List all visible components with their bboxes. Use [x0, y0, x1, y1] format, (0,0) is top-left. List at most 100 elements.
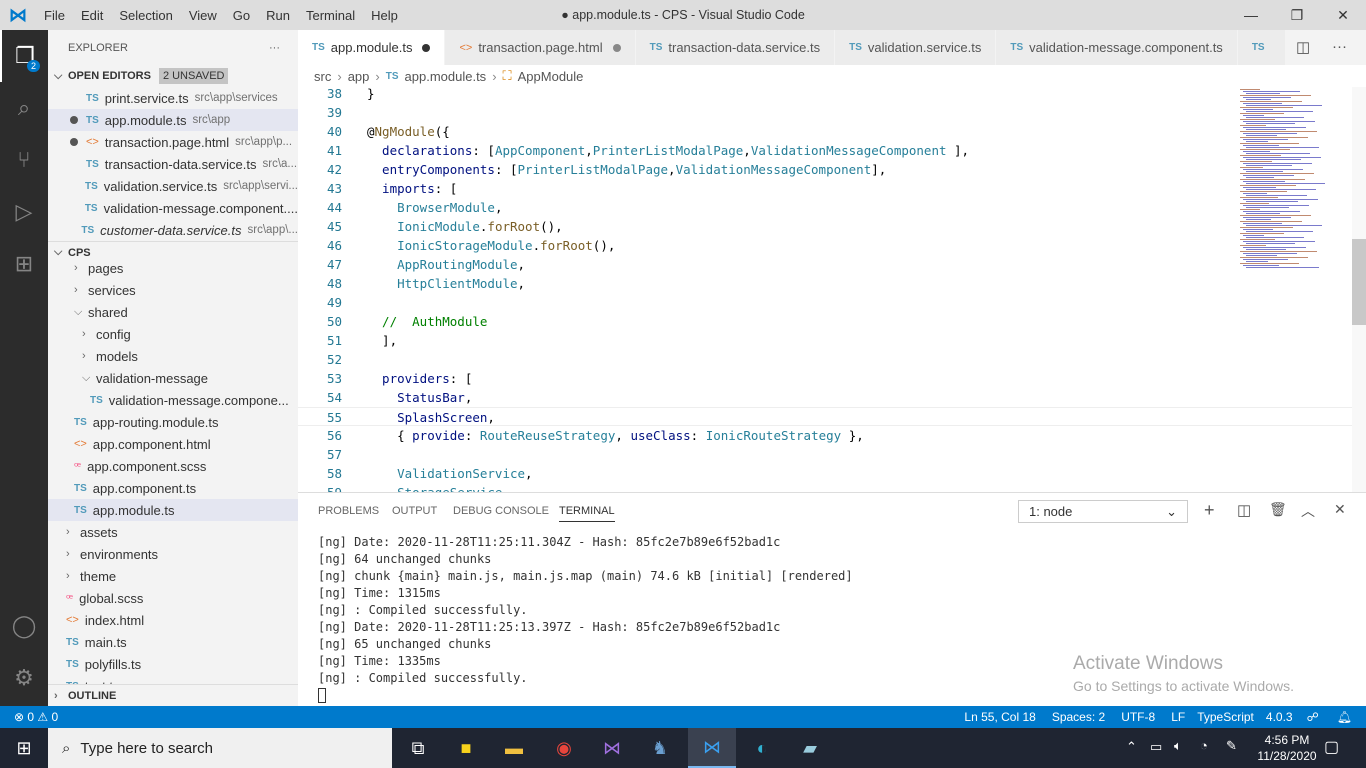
- outline-header[interactable]: › OUTLINE: [48, 684, 298, 706]
- code-line[interactable]: 39: [298, 103, 1352, 122]
- minimap[interactable]: [1236, 87, 1352, 492]
- file-item[interactable]: TS polyfills.ts: [48, 653, 298, 675]
- language-mode[interactable]: TypeScript: [1197, 710, 1254, 724]
- menu-terminal[interactable]: Terminal: [306, 8, 355, 23]
- wifi-icon[interactable]: ◔: [1200, 738, 1208, 753]
- code-line[interactable]: 42 entryComponents: [PrinterListModalPag…: [298, 160, 1352, 179]
- file-item[interactable]: TS app.module.ts: [48, 499, 298, 521]
- problems-status[interactable]: ⊗ 0 ⚠ 0: [14, 710, 58, 724]
- open-editor-item[interactable]: TS validation.service.ts src\app\servi...: [48, 175, 298, 197]
- explorer-icon[interactable]: ❐ 2: [0, 30, 48, 82]
- new-terminal-icon[interactable]: +: [1204, 500, 1215, 521]
- folder-item[interactable]: ⌵ validation-message: [48, 367, 298, 389]
- code-line[interactable]: 47 AppRoutingModule,: [298, 255, 1352, 274]
- more-actions-icon[interactable]: ···: [269, 42, 280, 54]
- file-item[interactable]: TS validation-message.compone...: [48, 389, 298, 411]
- indentation[interactable]: Spaces: 2: [1052, 710, 1105, 724]
- clock[interactable]: 4:56 PM 11/28/2020: [1250, 732, 1324, 764]
- encoding[interactable]: UTF-8: [1121, 710, 1155, 724]
- folder-item[interactable]: › pages: [48, 257, 298, 279]
- visual-studio-icon[interactable]: ⋈: [588, 728, 636, 768]
- breadcrumb-item[interactable]: src: [314, 69, 331, 84]
- menu-help[interactable]: Help: [371, 8, 398, 23]
- menu-run[interactable]: Run: [266, 8, 290, 23]
- vscode-taskbar-icon[interactable]: ⋈: [688, 728, 736, 768]
- more-actions-icon[interactable]: ···: [1332, 38, 1347, 55]
- task-view-icon[interactable]: ⧉: [394, 728, 442, 768]
- file-explorer-icon[interactable]: ▬: [490, 728, 538, 768]
- volume-icon[interactable]: 🔈︎: [1174, 738, 1182, 754]
- folder-item[interactable]: › config: [48, 323, 298, 345]
- split-editor-icon[interactable]: ◫: [1296, 38, 1310, 56]
- breadcrumb-item[interactable]: AppModule: [518, 69, 584, 84]
- menu-go[interactable]: Go: [233, 8, 250, 23]
- file-item[interactable]: TS main.ts: [48, 631, 298, 653]
- chrome-icon[interactable]: ◉: [540, 728, 588, 768]
- close-button[interactable]: ✕: [1320, 0, 1366, 30]
- code-line[interactable]: 51 ],: [298, 331, 1352, 350]
- open-editor-item[interactable]: TS print.service.ts src\app\services: [48, 87, 298, 109]
- settings-gear-icon[interactable]: ⚙: [0, 652, 48, 704]
- file-item[interactable]: TS app.component.ts: [48, 477, 298, 499]
- folder-item[interactable]: › environments: [48, 543, 298, 565]
- account-icon[interactable]: ◯: [0, 600, 48, 652]
- code-line[interactable]: 40 @NgModule({: [298, 122, 1352, 141]
- panel-tab-debug-console[interactable]: DEBUG CONSOLE: [453, 505, 549, 517]
- open-editor-item[interactable]: TS customer-data.service.ts src\app\...: [48, 219, 298, 241]
- code-line[interactable]: 44 BrowserModule,: [298, 198, 1352, 217]
- tab-validation-message-component-ts[interactable]: TS validation-message.component.ts: [996, 30, 1238, 65]
- edge-icon[interactable]: ◐: [738, 728, 786, 768]
- file-item[interactable]: <> app.component.html: [48, 433, 298, 455]
- extensions-icon[interactable]: ⊞: [0, 238, 48, 290]
- sticky-notes-icon[interactable]: ■: [442, 728, 490, 768]
- trash-icon[interactable]: 🗑: [1269, 501, 1287, 518]
- tab-transaction-page-html[interactable]: <> transaction.page.html: [445, 30, 636, 65]
- panel-tab-problems[interactable]: PROBLEMS: [318, 505, 379, 517]
- folder-item[interactable]: ⌵ shared: [48, 301, 298, 323]
- show-hidden-icons[interactable]: ⌃: [1126, 739, 1137, 755]
- source-control-icon[interactable]: ⑂: [0, 134, 48, 186]
- code-line[interactable]: 50 // AuthModule: [298, 312, 1352, 331]
- folder-item[interactable]: › theme: [48, 565, 298, 587]
- terminal-output[interactable]: [ng] Date: 2020-11-28T11:25:11.304Z - Ha…: [318, 534, 853, 687]
- code-line[interactable]: 43 imports: [: [298, 179, 1352, 198]
- code-line[interactable]: 45 IonicModule.forRoot(),: [298, 217, 1352, 236]
- maximize-button[interactable]: ❐: [1274, 0, 1320, 30]
- action-center-icon[interactable]: ▢: [1324, 737, 1339, 757]
- tab-transaction-data-service-ts[interactable]: TS transaction-data.service.ts: [635, 30, 836, 65]
- tab-app-module-ts[interactable]: TS app.module.ts: [298, 30, 446, 65]
- open-editor-item[interactable]: <> transaction.page.html src\app\p...: [48, 131, 298, 153]
- feedback-icon[interactable]: ☍: [1307, 710, 1319, 724]
- app-icon[interactable]: ▰: [786, 728, 834, 768]
- tab-validation-service-ts[interactable]: TS validation.service.ts: [835, 30, 997, 65]
- file-item[interactable]: <> index.html: [48, 609, 298, 631]
- folder-item[interactable]: › services: [48, 279, 298, 301]
- code-editor[interactable]: 38} 39 40 @NgModule({41 declarations: [AppC…: [298, 87, 1352, 492]
- notifications-bell-icon[interactable]: 🔔︎: [1337, 710, 1352, 724]
- code-line[interactable]: 53 providers: [: [298, 369, 1352, 388]
- code-line[interactable]: 46 IonicStorageModule.forRoot(),: [298, 236, 1352, 255]
- breadcrumb-item[interactable]: app.module.ts: [405, 69, 487, 84]
- menu-selection[interactable]: Selection: [119, 8, 172, 23]
- pen-icon[interactable]: ✎: [1226, 738, 1237, 754]
- tab-ts[interactable]: TS: [1237, 30, 1286, 65]
- code-line[interactable]: 58 ValidationService,: [298, 464, 1352, 483]
- editor-scrollbar[interactable]: [1352, 87, 1366, 492]
- file-item[interactable]: TS app-routing.module.ts: [48, 411, 298, 433]
- battery-icon[interactable]: ▭: [1150, 739, 1162, 755]
- run-debug-icon[interactable]: ▷: [0, 186, 48, 238]
- code-line[interactable]: 48 HttpClientModule,: [298, 274, 1352, 293]
- panel-tab-output[interactable]: OUTPUT: [392, 505, 437, 517]
- windows-start-icon[interactable]: ⊞: [0, 728, 48, 768]
- menu-file[interactable]: File: [44, 8, 65, 23]
- split-terminal-icon[interactable]: ◫: [1237, 501, 1251, 519]
- end-of-line[interactable]: LF: [1171, 710, 1185, 724]
- open-editors-header[interactable]: ⌵ OPEN EDITORS 2 UNSAVED: [48, 65, 298, 87]
- file-item[interactable]: ꟹ app.component.scss: [48, 455, 298, 477]
- code-line[interactable]: 59 StorageService: [298, 483, 1352, 492]
- open-editor-item[interactable]: TS app.module.ts src\app: [48, 109, 298, 131]
- file-item[interactable]: ꟹ global.scss: [48, 587, 298, 609]
- panel-tab-terminal[interactable]: TERMINAL: [559, 505, 615, 522]
- breadcrumb-item[interactable]: app: [348, 69, 370, 84]
- code-line[interactable]: 55 SplashScreen,: [298, 407, 1352, 426]
